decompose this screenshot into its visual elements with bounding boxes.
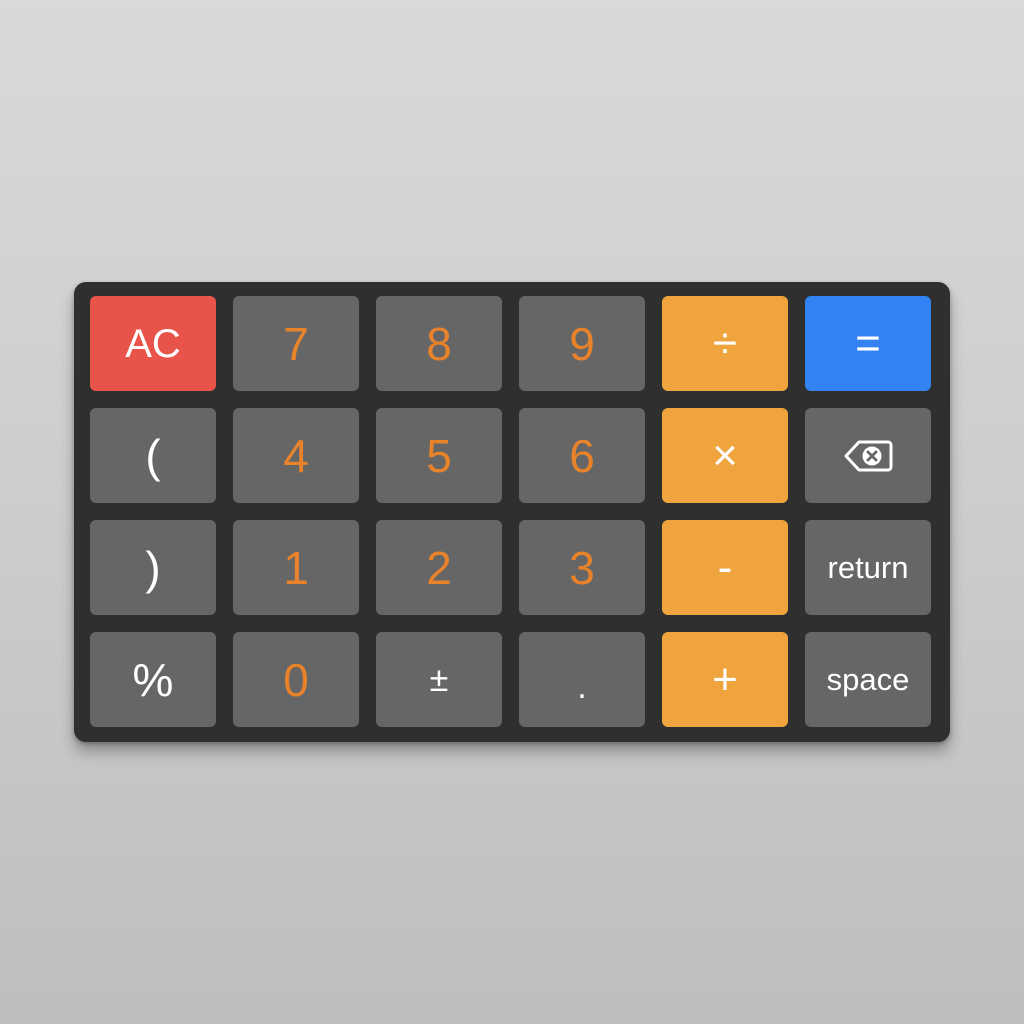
decimal-label: . — [577, 667, 587, 706]
digit-4-button[interactable]: 4 — [233, 408, 359, 503]
plus-minus-button[interactable]: ± — [376, 632, 502, 727]
right-paren-label: ) — [145, 541, 161, 594]
digit-5-button[interactable]: 5 — [376, 408, 502, 503]
digit-3-label: 3 — [569, 541, 595, 594]
space-button[interactable]: space — [805, 632, 931, 727]
minus-button[interactable]: - — [662, 520, 788, 615]
plus-minus-label: ± — [429, 660, 449, 699]
multiply-button[interactable]: × — [662, 408, 788, 503]
left-paren-button[interactable]: ( — [90, 408, 216, 503]
space-label: space — [826, 662, 910, 697]
all-clear-button[interactable]: AC — [90, 296, 216, 391]
multiply-label: × — [712, 430, 738, 480]
backspace-button[interactable] — [805, 408, 931, 503]
digit-1-label: 1 — [283, 541, 309, 594]
digit-7-button[interactable]: 7 — [233, 296, 359, 391]
plus-button[interactable]: + — [662, 632, 788, 727]
digit-2-button[interactable]: 2 — [376, 520, 502, 615]
digit-9-button[interactable]: 9 — [519, 296, 645, 391]
return-button[interactable]: return — [805, 520, 931, 615]
digit-0-label: 0 — [283, 653, 309, 706]
digit-5-label: 5 — [426, 429, 452, 482]
return-label: return — [827, 550, 909, 585]
percent-label: % — [132, 653, 174, 706]
plus-label: + — [712, 654, 738, 704]
digit-1-button[interactable]: 1 — [233, 520, 359, 615]
digit-7-label: 7 — [283, 317, 309, 370]
digit-6-button[interactable]: 6 — [519, 408, 645, 503]
digit-0-button[interactable]: 0 — [233, 632, 359, 727]
right-paren-button[interactable]: ) — [90, 520, 216, 615]
delete-left-icon — [843, 439, 893, 473]
digit-8-label: 8 — [426, 317, 452, 370]
equals-label: = — [855, 318, 881, 368]
digit-3-button[interactable]: 3 — [519, 520, 645, 615]
decimal-button[interactable]: . — [519, 632, 645, 727]
divide-button[interactable]: ÷ — [662, 296, 788, 391]
percent-button[interactable]: % — [90, 632, 216, 727]
equals-button[interactable]: = — [805, 296, 931, 391]
digit-8-button[interactable]: 8 — [376, 296, 502, 391]
digit-4-label: 4 — [283, 429, 309, 482]
minus-label: - — [717, 542, 733, 592]
digit-2-label: 2 — [426, 541, 452, 594]
left-paren-label: ( — [145, 429, 161, 482]
calculator-keypad: AC 7 8 9 ÷ = ( 4 5 6 × ) 1 2 3 - return … — [74, 282, 950, 742]
all-clear-label: AC — [125, 321, 181, 366]
divide-label: ÷ — [712, 318, 738, 368]
digit-9-label: 9 — [569, 317, 595, 370]
digit-6-label: 6 — [569, 429, 595, 482]
